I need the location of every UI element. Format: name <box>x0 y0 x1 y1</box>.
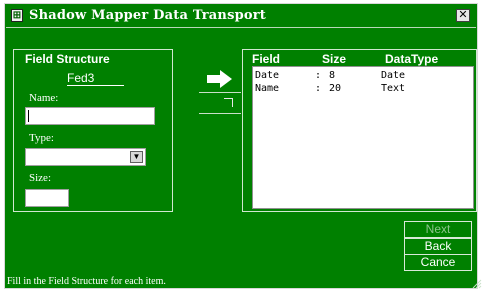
app-icon[interactable]: ⊞ <box>11 9 23 22</box>
row-size: 20 <box>329 83 342 94</box>
row-separator: : <box>315 83 322 94</box>
row-separator: : <box>315 70 322 81</box>
corner-icon <box>224 98 233 107</box>
list-item[interactable]: Name : 20 Text <box>253 83 473 95</box>
next-button[interactable]: Next <box>404 221 472 238</box>
list-item[interactable]: Date : 8 Date <box>253 70 473 82</box>
size-label: Size: <box>29 172 51 184</box>
row-field: Date <box>255 70 280 81</box>
resize-grip-icon[interactable] <box>472 279 482 289</box>
column-header-size[interactable]: Size <box>322 52 346 66</box>
title-bar[interactable]: ⊞ Shadow Mapper Data Transport ✕ <box>6 5 476 28</box>
remove-field-button[interactable] <box>199 92 241 114</box>
field-list[interactable]: Date : 8 Date Name : 20 Text <box>252 66 474 209</box>
status-text: Fill in the Field Structure for each ite… <box>7 276 166 287</box>
current-field-label: Fed3 <box>67 71 125 86</box>
name-input[interactable] <box>25 107 155 125</box>
chevron-down-icon[interactable]: ▼ <box>130 151 143 163</box>
name-label: Name: <box>29 92 59 104</box>
row-datatype: Text <box>381 83 406 94</box>
column-header-datatype[interactable]: DataType <box>385 52 438 66</box>
cancel-button[interactable]: Cance <box>404 254 472 271</box>
row-datatype: Date <box>381 70 406 81</box>
type-label: Type: <box>29 132 54 144</box>
window-title: Shadow Mapper Data Transport <box>29 8 267 23</box>
field-structure-heading: Field Structure <box>25 52 110 66</box>
size-input[interactable] <box>25 189 69 207</box>
row-size: 8 <box>329 70 336 81</box>
text-caret <box>28 110 29 122</box>
arrow-right-icon <box>207 70 232 88</box>
type-select[interactable]: ▼ <box>25 148 146 166</box>
close-button[interactable]: ✕ <box>456 9 470 22</box>
back-button[interactable]: Back <box>404 238 472 255</box>
column-header-field[interactable]: Field <box>252 52 280 66</box>
add-field-button[interactable] <box>199 68 241 90</box>
row-field: Name <box>255 83 280 94</box>
